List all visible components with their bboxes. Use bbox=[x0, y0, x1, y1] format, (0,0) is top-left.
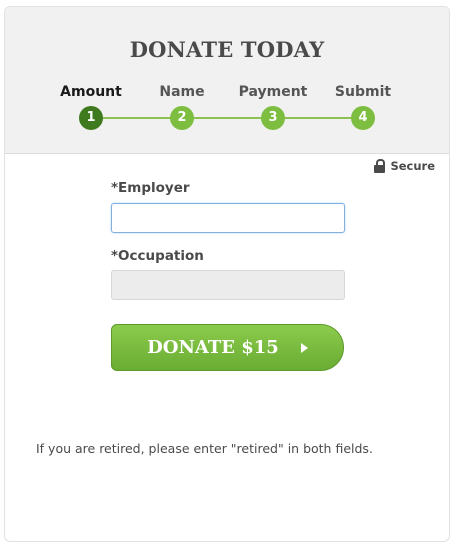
step-marker-amount[interactable]: 1 bbox=[79, 106, 103, 130]
occupation-label: *Occupation bbox=[111, 248, 204, 264]
step-label-submit: Submit bbox=[334, 84, 392, 100]
step-label-amount: Amount bbox=[60, 84, 122, 100]
retired-note: If you are retired, please enter "retire… bbox=[36, 441, 373, 456]
employer-label: *Employer bbox=[111, 180, 190, 196]
occupation-input[interactable] bbox=[111, 270, 345, 300]
step-connector-line bbox=[91, 117, 363, 119]
form-header: DONATE TODAY Amount Name Payment Submit … bbox=[5, 7, 449, 154]
secure-label: Secure bbox=[390, 159, 435, 173]
donate-button[interactable]: DONATE $15 bbox=[111, 324, 344, 371]
play-arrow-icon bbox=[300, 342, 308, 353]
secure-indicator: Secure bbox=[374, 159, 435, 173]
step-marker-name: 2 bbox=[170, 106, 194, 130]
donation-form-card: DONATE TODAY Amount Name Payment Submit … bbox=[4, 6, 450, 542]
donate-button-label: DONATE $15 bbox=[147, 337, 279, 358]
step-label-name: Name bbox=[159, 84, 205, 100]
lock-icon bbox=[374, 159, 386, 173]
step-label-payment: Payment bbox=[238, 84, 308, 100]
employer-input[interactable] bbox=[111, 203, 345, 233]
progress-steps: Amount Name Payment Submit 1 2 3 4 bbox=[5, 7, 449, 153]
step-marker-submit: 4 bbox=[351, 106, 375, 130]
step-marker-payment: 3 bbox=[261, 106, 285, 130]
